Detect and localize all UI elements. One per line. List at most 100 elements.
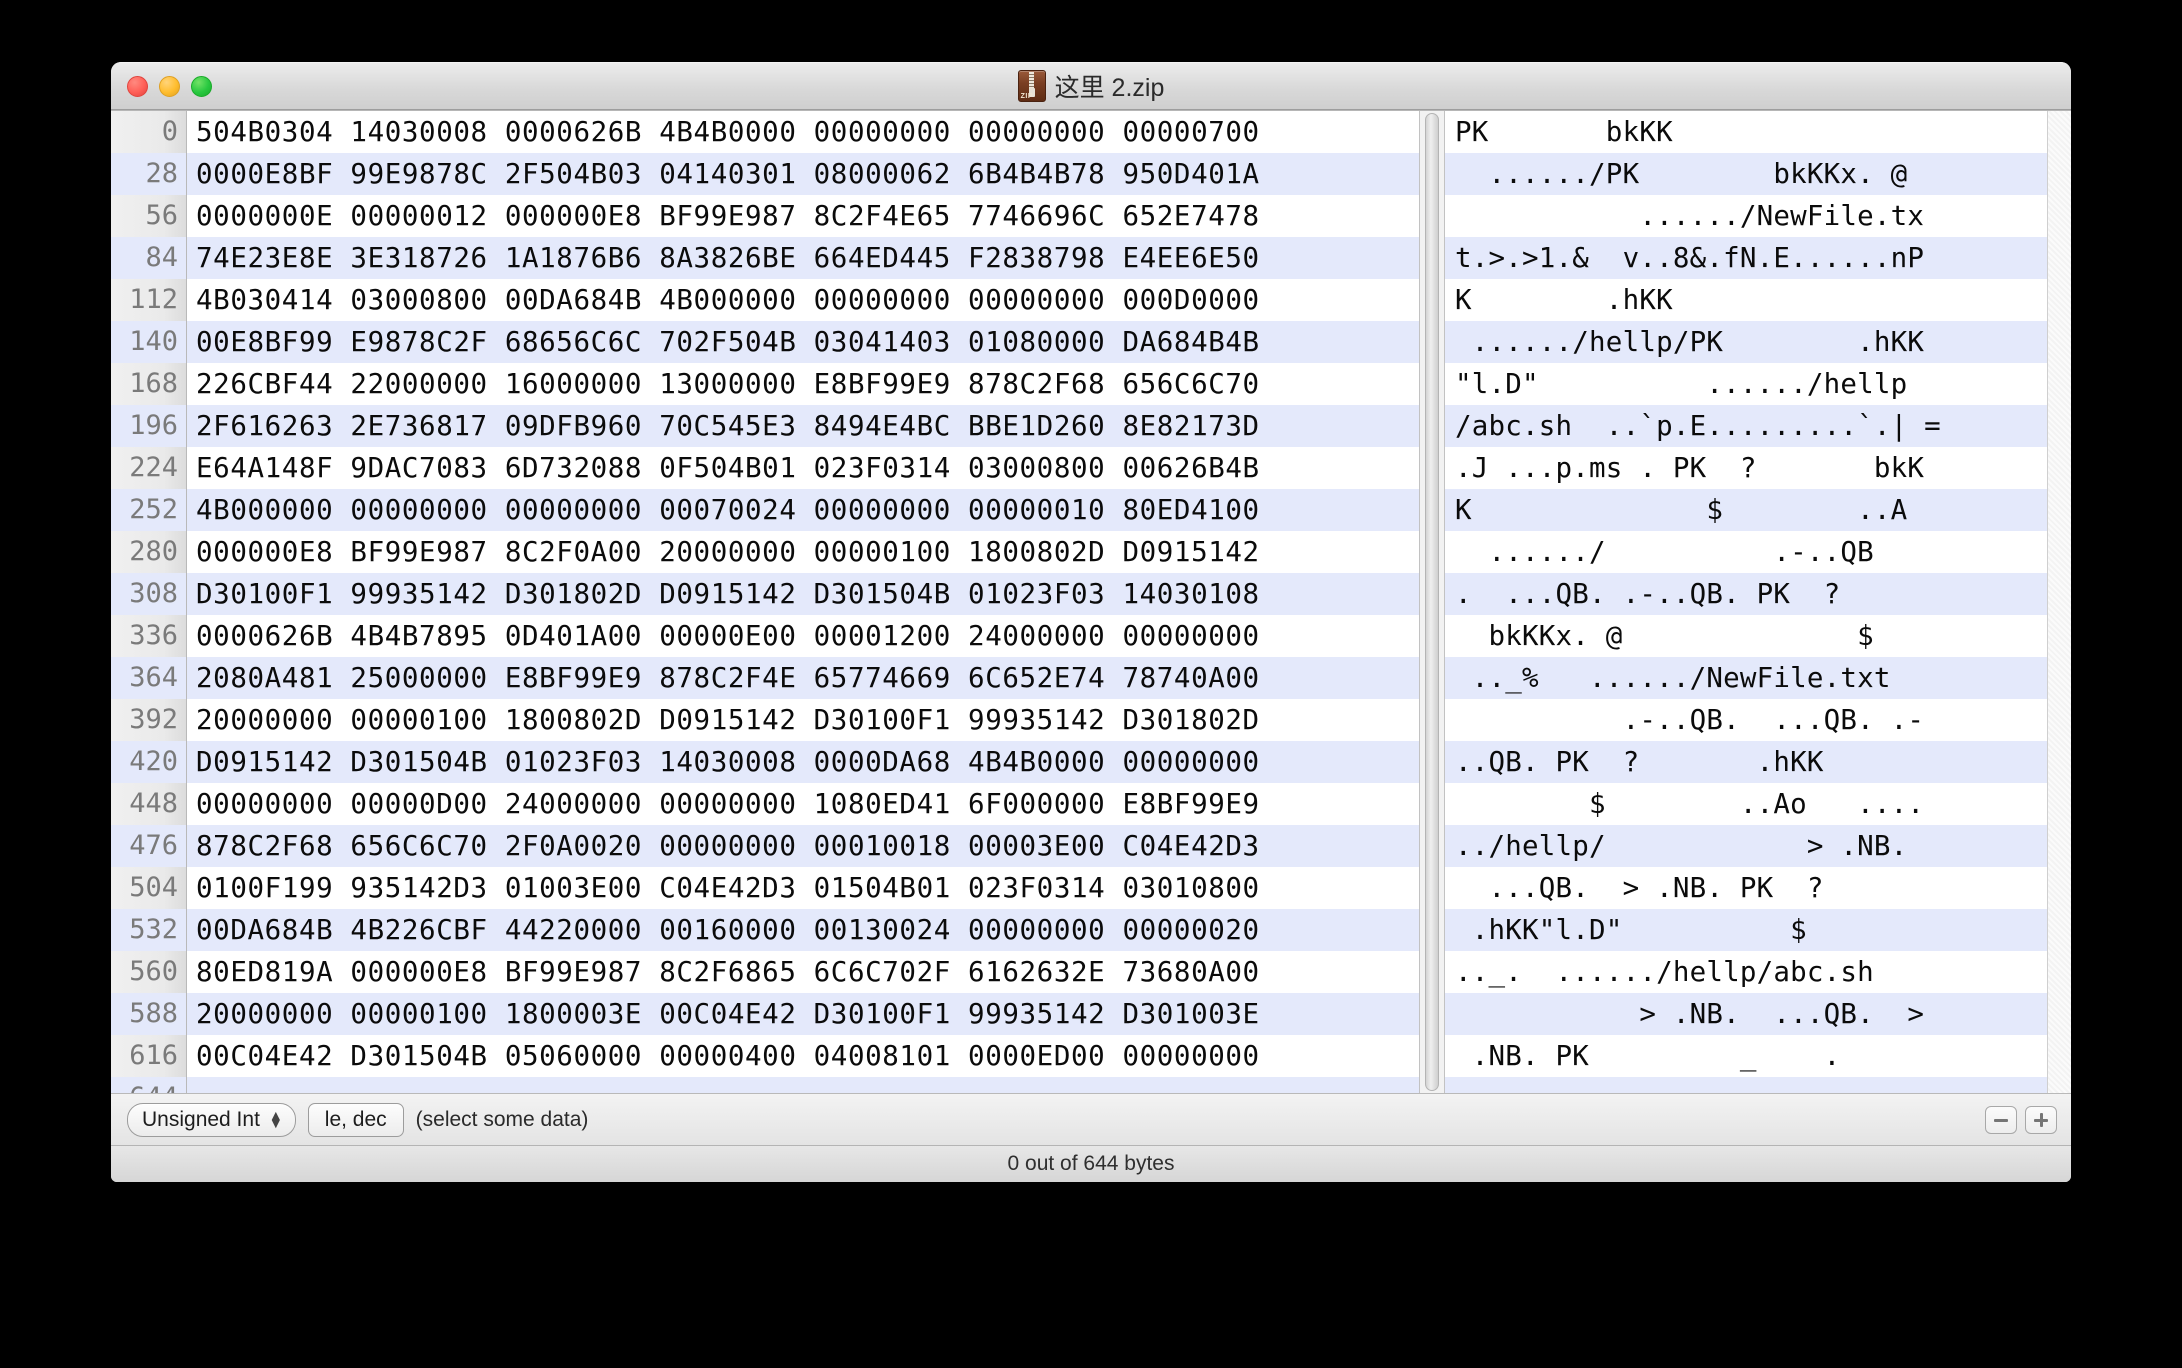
offset-label: 56 <box>145 200 178 231</box>
endianness-button[interactable]: le, dec <box>307 1102 404 1137</box>
ascii-row[interactable]: ....../PK bkKKx. @ <box>1445 153 2047 195</box>
hex-row[interactable]: 0000000E 00000012 000000E8 BF99E987 8C2F… <box>187 195 1419 237</box>
ascii-column[interactable]: PK bkKK ....../PK bkKKx. @ ....../NewFil… <box>1445 111 2047 1093</box>
offset-label: 84 <box>111 237 186 279</box>
hex-row[interactable]: 00E8BF99 E9878C2F 68656C6C 702F504B 0304… <box>187 321 1419 363</box>
ascii-row[interactable]: /abc.sh ..`p.E.........`.| = <box>1445 405 2047 447</box>
title-group: ZIP 这里 2.zip <box>1017 68 1165 104</box>
ascii-row[interactable]: ....../ .-..QB <box>1445 531 2047 573</box>
ascii-row[interactable]: .hKK"l.D" $ <box>1445 909 2047 951</box>
ascii-row[interactable] <box>1445 1077 2047 1093</box>
ascii-row[interactable]: K $ ..A <box>1445 489 2047 531</box>
pane-scrollbar[interactable] <box>1419 111 1445 1093</box>
ascii-row[interactable]: $ ..Ao .... <box>1445 783 2047 825</box>
data-type-popup[interactable]: Unsigned Int ▲ ▼ <box>127 1102 296 1137</box>
hex-row[interactable]: 4B030414 03000800 00DA684B 4B000000 0000… <box>187 279 1419 321</box>
hex-row[interactable]: 0000626B 4B4B7895 0D401A00 00000E00 0000… <box>187 615 1419 657</box>
offset-label: 504 <box>129 872 178 903</box>
hex-row[interactable]: 0100F199 935142D3 01003E00 C04E42D3 0150… <box>187 867 1419 909</box>
offset-label: 224 <box>129 452 178 483</box>
offset-label: 308 <box>111 573 186 615</box>
hex-row[interactable]: D30100F1 99935142 D301802D D0915142 D301… <box>187 573 1419 615</box>
hex-row[interactable]: 80ED819A 000000E8 BF99E987 8C2F6865 6C6C… <box>187 951 1419 993</box>
hex-row[interactable]: 74E23E8E 3E318726 1A1876B6 8A3826BE 664E… <box>187 237 1419 279</box>
ascii-row[interactable]: .._. ....../hellp/abc.sh <box>1445 951 2047 993</box>
ascii-row[interactable]: ....../NewFile.tx <box>1445 195 2047 237</box>
ascii-row[interactable]: ../hellp/ > .NB. <box>1445 825 2047 867</box>
offset-label: 644 <box>111 1077 186 1093</box>
hex-row[interactable]: 226CBF44 22000000 16000000 13000000 E8BF… <box>187 363 1419 405</box>
plus-icon[interactable] <box>2025 1106 2057 1134</box>
scrollbar-thumb[interactable] <box>1425 113 1439 1091</box>
ascii-row[interactable]: t.>.>1.& v..8&.fN.E......nP <box>1445 237 2047 279</box>
hex-row[interactable]: 0000E8BF 99E9878C 2F504B03 04140301 0800… <box>187 153 1419 195</box>
zoom-controls <box>1985 1094 2057 1146</box>
hex-row[interactable]: 2F616263 2E736817 09DFB960 70C545E3 8494… <box>187 405 1419 447</box>
offset-label: 28 <box>111 153 186 195</box>
hex-pane: 0 28 56 84 112 140 168 196 224 252 280 308 336 364 392… <box>111 111 1419 1093</box>
hex-row[interactable]: 878C2F68 656C6C70 2F0A0020 00000000 0001… <box>187 825 1419 867</box>
ascii-row[interactable]: ...QB. > .NB. PK ? <box>1445 867 2047 909</box>
hex-row[interactable]: 4B000000 00000000 00000000 00070024 0000… <box>187 489 1419 531</box>
ascii-row[interactable]: bkKKx. @ $ <box>1445 615 2047 657</box>
hex-row[interactable]: 2080A481 25000000 E8BF99E9 878C2F4E 6577… <box>187 657 1419 699</box>
ascii-row[interactable]: . ...QB. .-..QB. PK ? <box>1445 573 2047 615</box>
status-bar: 0 out of 644 bytes <box>111 1145 2071 1182</box>
offset-label: 196 <box>111 405 186 447</box>
close-button[interactable] <box>127 75 148 97</box>
offset-label: 588 <box>111 993 186 1035</box>
offset-label: 364 <box>111 657 186 699</box>
vertical-scrollbar-track[interactable] <box>2047 111 2071 1093</box>
hex-row[interactable]: 504B0304 14030008 0000626B 4B4B0000 0000… <box>187 111 1419 153</box>
data-type-label: Unsigned Int <box>142 1107 260 1131</box>
hex-row[interactable]: 00000000 00000D00 24000000 00000000 1080… <box>187 783 1419 825</box>
chevron-updown-icon: ▲ ▼ <box>268 1106 283 1131</box>
selection-hint: (select some data) <box>415 1107 589 1131</box>
offset-label: 616 <box>129 1040 178 1071</box>
ascii-row[interactable]: "l.D" ....../hellp <box>1445 363 2047 405</box>
hex-column[interactable]: 504B0304 14030008 0000626B 4B4B0000 0000… <box>187 111 1419 1093</box>
hex-editor-window: ZIP 这里 2.zip 0 28 56 84 112 140 168 196 224 252 28… <box>111 62 2071 1182</box>
offset-label: 532 <box>111 909 186 951</box>
minus-icon[interactable] <box>1985 1106 2017 1134</box>
hex-row[interactable]: 20000000 00000100 1800003E 00C04E42 D301… <box>187 993 1419 1035</box>
hex-editor-area: 0 28 56 84 112 140 168 196 224 252 280 308 336 364 392… <box>111 110 2071 1093</box>
offset-label: 140 <box>111 321 186 363</box>
hex-row[interactable]: 20000000 00000100 1800802D D0915142 D301… <box>187 699 1419 741</box>
ascii-row[interactable]: ....../hellp/PK .hKK <box>1445 321 2047 363</box>
offset-label: 252 <box>111 489 186 531</box>
window-title: 这里 2.zip <box>1054 74 1165 102</box>
endianness-label: le, dec <box>324 1107 387 1131</box>
ascii-row[interactable]: K .hKK <box>1445 279 2047 321</box>
offset-label: 280 <box>129 536 178 567</box>
window-controls <box>127 63 212 109</box>
offset-label: 168 <box>129 368 178 399</box>
hex-row[interactable] <box>187 1077 1419 1093</box>
offset-label: 560 <box>129 956 178 987</box>
hex-row[interactable]: D0915142 D301504B 01023F03 14030008 0000… <box>187 741 1419 783</box>
offset-label: 112 <box>129 284 178 315</box>
ascii-row[interactable]: .._% ....../NewFile.txt <box>1445 657 2047 699</box>
ascii-row[interactable]: .NB. PK _ . <box>1445 1035 2047 1077</box>
ascii-row[interactable]: ..QB. PK ? .hKK <box>1445 741 2047 783</box>
ascii-row[interactable]: > .NB. ...QB. > <box>1445 993 2047 1035</box>
ascii-row[interactable]: .-..QB. ...QB. .- <box>1445 699 2047 741</box>
offset-label: 336 <box>129 620 178 651</box>
offset-label: 476 <box>111 825 186 867</box>
offset-label: 448 <box>129 788 178 819</box>
offset-label: 0 <box>161 116 178 147</box>
hex-row[interactable]: 000000E8 BF99E987 8C2F0A00 20000000 0000… <box>187 531 1419 573</box>
offset-label: 420 <box>111 741 186 783</box>
window-titlebar[interactable]: ZIP 这里 2.zip <box>111 62 2071 110</box>
maximize-button[interactable] <box>191 75 212 97</box>
ascii-row[interactable]: PK bkKK <box>1445 111 2047 153</box>
bottom-toolbar: Unsigned Int ▲ ▼ le, dec (select some dat… <box>111 1093 2071 1145</box>
zip-file-icon: ZIP <box>1017 70 1046 102</box>
hex-row[interactable]: 00DA684B 4B226CBF 44220000 00160000 0013… <box>187 909 1419 951</box>
ascii-row[interactable]: .J ...p.ms . PK ? bkK <box>1445 447 2047 489</box>
hex-row[interactable]: 00C04E42 D301504B 05060000 00000400 0400… <box>187 1035 1419 1077</box>
byte-count-status: 0 out of 644 bytes <box>1007 1152 1175 1175</box>
hex-row[interactable]: E64A148F 9DAC7083 6D732088 0F504B01 023F… <box>187 447 1419 489</box>
offset-gutter: 0 28 56 84 112 140 168 196 224 252 280 308 336 364 392… <box>111 111 187 1093</box>
minimize-button[interactable] <box>159 75 180 97</box>
